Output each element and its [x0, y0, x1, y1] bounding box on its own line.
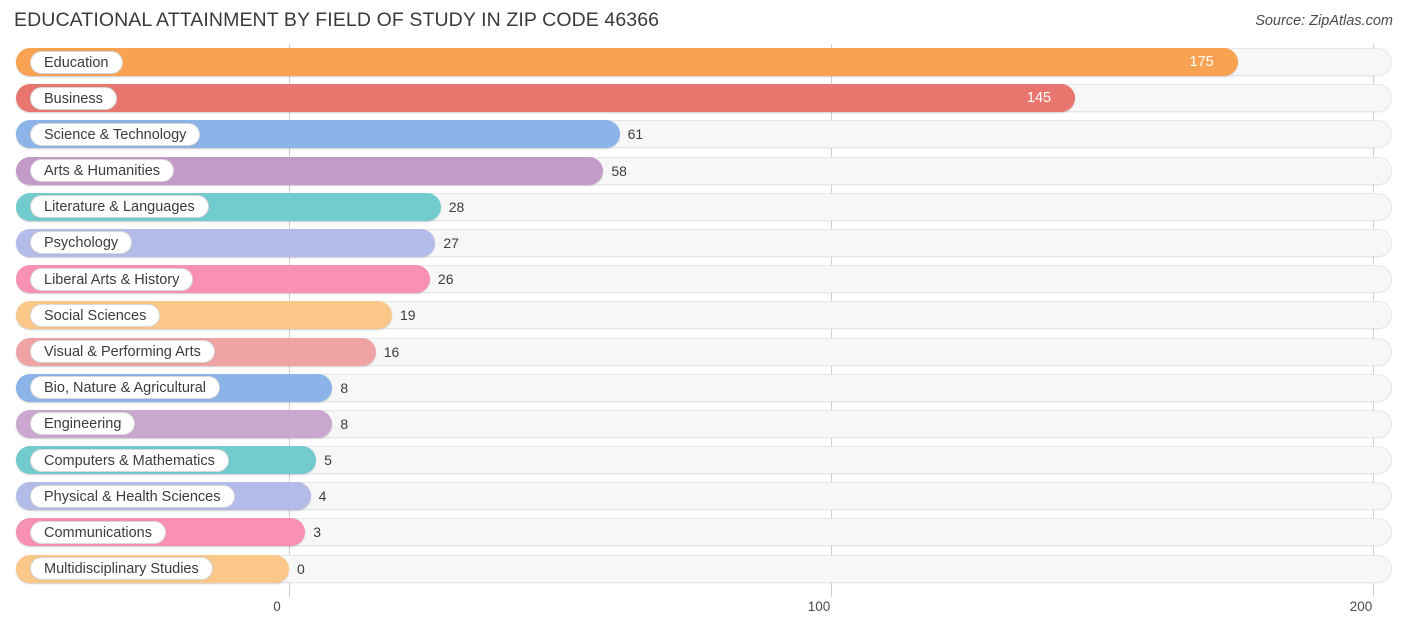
bar-row: 16 Visual & Performing Arts: [0, 334, 1406, 370]
bar-value-label: 5: [324, 452, 332, 469]
bar[interactable]: [16, 84, 1075, 113]
bar-row: 3 Communications: [0, 514, 1406, 550]
bar-row: 28 Literature & Languages: [0, 189, 1406, 225]
bar-value-label: 3: [313, 524, 322, 541]
bar-value-label: 26: [437, 271, 454, 288]
bar-row: 4 Physical & Health Sciences: [0, 478, 1406, 514]
bar-row: 8 Bio, Nature & Agricultural: [0, 370, 1406, 406]
source-attribution: Source: ZipAtlas.com: [1255, 13, 1393, 29]
x-axis-tick-0: 0: [273, 599, 281, 614]
bar-value-label: 28: [448, 198, 465, 215]
bar-value-label: 8: [340, 379, 349, 396]
bar-category-label: Computers & Mathematics: [30, 448, 229, 472]
bar-category-label: Education: [30, 50, 123, 74]
bar-category-label: Physical & Health Sciences: [30, 484, 235, 508]
bar-value-label: 19: [399, 307, 416, 324]
bar-value-label: 58: [611, 162, 627, 179]
bar-category-label: Communications: [30, 520, 166, 544]
bar-value-label: 4: [318, 488, 327, 505]
bar-category-label: Science & Technology: [30, 122, 201, 146]
bar-row: 61 Science & Technology: [0, 116, 1406, 152]
bar-category-label: Bio, Nature & Agricultural: [30, 376, 220, 400]
bar-value-label: 16: [383, 343, 400, 360]
bar-row: 5 Computers & Mathematics: [0, 442, 1406, 478]
bar-row: 0 Multidisciplinary Studies: [0, 551, 1406, 587]
bar-category-label: Engineering: [30, 412, 136, 436]
bar-row: 19 Social Sciences: [0, 297, 1406, 333]
bar-row: 26 Liberal Arts & History: [0, 261, 1406, 297]
bar-category-label: Liberal Arts & History: [30, 267, 194, 291]
bar-category-label: Visual & Performing Arts: [30, 340, 215, 363]
bar[interactable]: [16, 48, 1238, 76]
bar-row: 175 Education: [0, 44, 1406, 80]
bar-value-label: 0: [297, 560, 305, 577]
chart-plot-area: 175 Education 145 Business 61 Science & Techn…: [0, 44, 1406, 597]
bar-row: 27 Psychology: [0, 225, 1406, 261]
x-axis-tick-200: 200: [1349, 599, 1373, 614]
bar-value-label: 27: [443, 234, 459, 251]
bar-category-label: Social Sciences: [30, 303, 161, 327]
chart-header: EDUCATIONAL ATTAINMENT BY FIELD OF STUDY…: [0, 0, 1406, 44]
bar-value-label: 61: [627, 126, 644, 143]
x-axis-tick-100: 100: [807, 599, 831, 614]
bar-value-label: 175: [1189, 54, 1214, 70]
page-title: EDUCATIONAL ATTAINMENT BY FIELD OF STUDY…: [14, 9, 660, 31]
bar-category-label: Business: [30, 86, 117, 110]
bar-row: 145 Business: [0, 80, 1406, 116]
bar-row: 58 Arts & Humanities: [0, 153, 1406, 189]
bar-category-label: Arts & Humanities: [30, 159, 175, 183]
bar-rows: 175 Education 145 Business 61 Science & Techn…: [0, 44, 1406, 587]
bar-row: 8 Engineering: [0, 406, 1406, 442]
x-axis: 0 100 200: [0, 597, 1406, 631]
bar-category-label: Literature & Languages: [30, 195, 209, 219]
bar-category-label: Multidisciplinary Studies: [30, 557, 213, 581]
bar-value-label: 8: [340, 415, 349, 432]
bar-category-label: Psychology: [30, 231, 133, 255]
bar-value-label: 145: [1026, 90, 1052, 107]
